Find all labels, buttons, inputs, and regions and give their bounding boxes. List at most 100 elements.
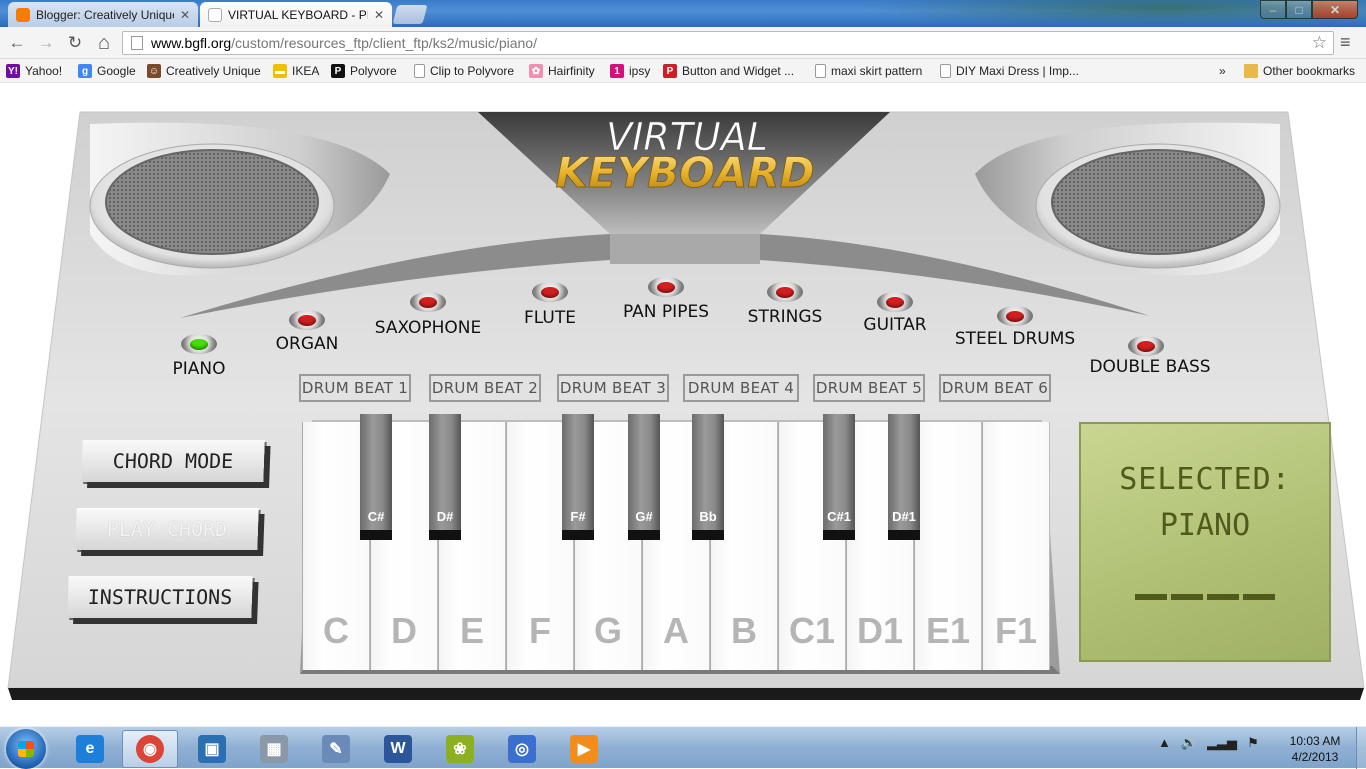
volume-icon[interactable]: 🔊 — [1181, 735, 1197, 751]
drum-beat-button[interactable]: DRUM BEAT 6 — [939, 374, 1051, 402]
chord-mode-button[interactable]: CHORD MODE — [81, 440, 265, 482]
clock[interactable]: 10:03 AM 4/2/2013 — [1280, 733, 1350, 765]
taskbar-app-media-player[interactable]: ▶ — [556, 730, 612, 768]
start-button[interactable] — [6, 729, 46, 769]
bookmarks-overflow-button[interactable]: » — [1219, 62, 1226, 80]
taskbar-app-chrome[interactable]: ◉ — [122, 730, 178, 768]
black-key[interactable]: D#1 — [888, 414, 920, 540]
instrument-label[interactable]: STRINGS — [748, 307, 823, 327]
bookmark-item[interactable]: g Google — [78, 62, 136, 80]
selection-display: SELECTED: PIANO — [1079, 422, 1331, 662]
black-key[interactable]: G# — [628, 414, 660, 540]
bookmark-icon: ☺ — [147, 64, 161, 78]
taskbar-app-calculator[interactable]: ▦ — [246, 730, 302, 768]
instrument-label[interactable]: PAN PIPES — [623, 302, 709, 322]
instructions-button[interactable]: INSTRUCTIONS — [67, 576, 253, 618]
instrument-led-double-bass[interactable] — [1128, 336, 1164, 356]
instrument-label[interactable]: DOUBLE BASS — [1089, 357, 1210, 377]
minimize-button[interactable]: – — [1260, 0, 1286, 19]
instrument-label[interactable]: SAXOPHONE — [375, 318, 482, 338]
menu-icon[interactable]: ≡ — [1340, 32, 1351, 53]
instrument-led-guitar[interactable] — [877, 292, 913, 312]
home-icon[interactable]: ⌂ — [92, 32, 116, 54]
drum-beat-button[interactable]: DRUM BEAT 3 — [557, 374, 669, 402]
white-key[interactable]: E1 — [914, 422, 982, 670]
instrument-led-piano[interactable] — [181, 334, 217, 354]
maximize-button[interactable]: □ — [1286, 0, 1312, 19]
drum-beat-button[interactable]: DRUM BEAT 2 — [429, 374, 541, 402]
bookmark-icon: P — [663, 64, 677, 78]
bookmark-label: Creatively Unique — [166, 64, 261, 78]
bookmark-item[interactable]: P Button and Widget ... — [663, 62, 794, 80]
address-bar[interactable]: www.bgfl.org/custom/resources_ftp/client… — [122, 31, 1334, 55]
taskbar-app-eyes-app[interactable]: ◎ — [494, 730, 550, 768]
bookmark-item[interactable]: ☺ Creatively Unique — [147, 62, 261, 80]
bookmark-item[interactable]: Clip to Polyvore — [414, 62, 514, 80]
bookmark-item[interactable]: DIY Maxi Dress | Imp... — [940, 62, 1079, 80]
network-icon[interactable]: ▂▃▅ — [1207, 735, 1237, 751]
bookmark-label: IKEA — [292, 64, 320, 78]
bookmark-icon — [815, 64, 826, 78]
instrument-led-flute[interactable] — [532, 282, 568, 302]
bookmark-item[interactable]: ✿ Hairfinity — [529, 62, 595, 80]
bookmark-label: ipsy — [629, 64, 651, 78]
instrument-label[interactable]: PIANO — [173, 359, 226, 379]
show-hidden-icons-icon[interactable]: ▲ — [1158, 735, 1171, 751]
drum-beat-button[interactable]: DRUM BEAT 4 — [683, 374, 799, 402]
other-bookmarks[interactable]: Other bookmarks — [1244, 62, 1355, 80]
instrument-label[interactable]: ORGAN — [276, 334, 339, 354]
eyes-app-icon: ◎ — [508, 735, 536, 763]
drum-beat-button[interactable]: DRUM BEAT 5 — [813, 374, 925, 402]
taskbar-app-photo-viewer[interactable]: ▣ — [184, 730, 240, 768]
tab-virtual-keyboard[interactable]: VIRTUAL KEYBOARD - PIA ✕ — [200, 2, 392, 27]
bookmark-label: Clip to Polyvore — [430, 64, 515, 78]
close-icon[interactable]: ✕ — [374, 8, 384, 22]
instrument-label[interactable]: GUITAR — [863, 315, 926, 335]
taskbar-app-word[interactable]: W — [370, 730, 426, 768]
clock-time: 10:03 AM — [1289, 734, 1341, 748]
word-icon: W — [384, 735, 412, 763]
back-icon[interactable]: ← — [5, 32, 29, 54]
taskbar-app-paint[interactable]: ✎ — [308, 730, 364, 768]
frog-app-icon: ❀ — [446, 735, 474, 763]
page-icon — [131, 36, 143, 50]
bookmark-label: Hairfinity — [548, 64, 595, 78]
instrument-label[interactable]: FLUTE — [524, 308, 576, 328]
forward-icon[interactable]: → — [34, 32, 58, 54]
instrument-led-strings[interactable] — [767, 282, 803, 302]
close-icon[interactable]: ✕ — [180, 8, 190, 22]
display-bars — [1135, 594, 1275, 600]
close-window-button[interactable]: ✕ — [1312, 0, 1358, 19]
taskbar-app-frog-app[interactable]: ❀ — [432, 730, 488, 768]
drum-beat-button[interactable]: DRUM BEAT 1 — [299, 374, 411, 402]
taskbar-app-internet-explorer[interactable]: e — [62, 730, 118, 768]
reload-icon[interactable]: ↻ — [63, 32, 87, 54]
bookmark-item[interactable]: 1 ipsy — [610, 62, 650, 80]
chrome-icon: ◉ — [136, 735, 164, 763]
show-desktop-button[interactable] — [1356, 727, 1366, 769]
bookmarks-bar: Y! Yahoo! g Google ☺ Creatively Unique ▬ IKEA P P… — [0, 59, 1366, 83]
bookmark-item[interactable]: maxi skirt pattern — [815, 62, 922, 80]
bookmark-label: DIY Maxi Dress | Imp... — [956, 64, 1079, 78]
instrument-led-pan-pipes[interactable] — [648, 277, 684, 297]
black-key[interactable]: Bb — [692, 414, 724, 540]
action-center-icon[interactable]: ⚑ — [1247, 735, 1259, 751]
black-key[interactable]: C#1 — [823, 414, 855, 540]
tab-blogger[interactable]: Blogger: Creatively Unique ✕ — [8, 2, 198, 27]
instrument-led-saxophone[interactable] — [410, 292, 446, 312]
new-tab-button[interactable] — [392, 5, 428, 24]
bookmark-star-icon[interactable]: ☆ — [1312, 33, 1327, 53]
black-key[interactable]: D# — [429, 414, 461, 540]
play-chord-button[interactable]: PLAY CHORD — [75, 508, 259, 550]
bookmark-item[interactable]: ▬ IKEA — [273, 62, 319, 80]
instrument-led-organ[interactable] — [289, 310, 325, 330]
instrument-label[interactable]: STEEL DRUMS — [955, 329, 1075, 349]
bookmark-item[interactable]: P Polyvore — [331, 62, 397, 80]
bookmark-label: Google — [97, 64, 136, 78]
instrument-led-steel-drums[interactable] — [997, 306, 1033, 326]
bookmark-item[interactable]: Y! Yahoo! — [6, 62, 62, 80]
black-key[interactable]: F# — [562, 414, 594, 540]
folder-icon — [1244, 64, 1258, 78]
white-key[interactable]: F1 — [982, 422, 1050, 670]
black-key[interactable]: C# — [360, 414, 392, 540]
